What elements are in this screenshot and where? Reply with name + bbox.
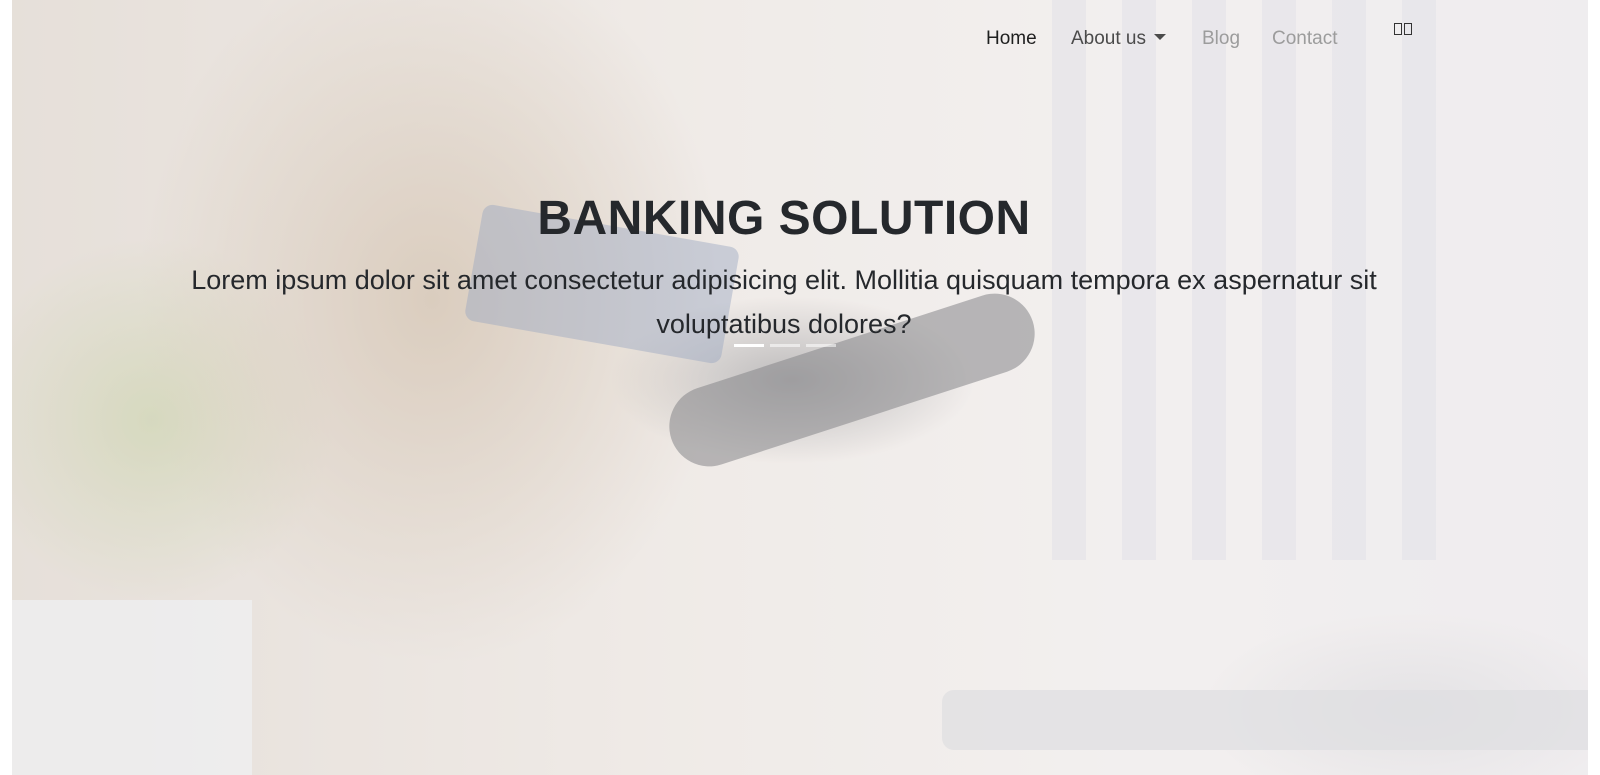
hero-caption: BANKING SOLUTION Lorem ipsum dolor sit a… <box>0 190 1568 346</box>
nav-about-us-label: About us <box>1071 28 1146 49</box>
hero-overlay <box>12 0 1588 775</box>
language-glyph-box-icon <box>1394 23 1402 35</box>
hero-title: BANKING SOLUTION <box>537 192 1031 245</box>
nav-blog-link[interactable]: Blog <box>1202 28 1240 50</box>
hero-background-image <box>12 0 1588 775</box>
nav-about-us-dropdown[interactable]: About us <box>1071 28 1166 50</box>
language-glyph-box-icon <box>1404 23 1412 35</box>
hero-subtitle: Lorem ipsum dolor sit amet consectetur a… <box>191 265 1377 339</box>
carousel-indicator-2[interactable] <box>770 344 800 347</box>
nav-contact-link[interactable]: Contact <box>1272 28 1337 50</box>
carousel-indicators <box>734 344 836 347</box>
nav-home-link[interactable]: Home <box>986 28 1037 50</box>
language-toggle-icon[interactable] <box>1394 23 1412 35</box>
caret-down-icon <box>1154 33 1166 40</box>
carousel-indicator-1[interactable] <box>734 344 764 347</box>
page: Home About us Blog Contact BANKING SOLUT… <box>0 0 1600 775</box>
carousel-indicator-3[interactable] <box>806 344 836 347</box>
top-navbar: Home About us Blog Contact <box>0 0 1600 80</box>
